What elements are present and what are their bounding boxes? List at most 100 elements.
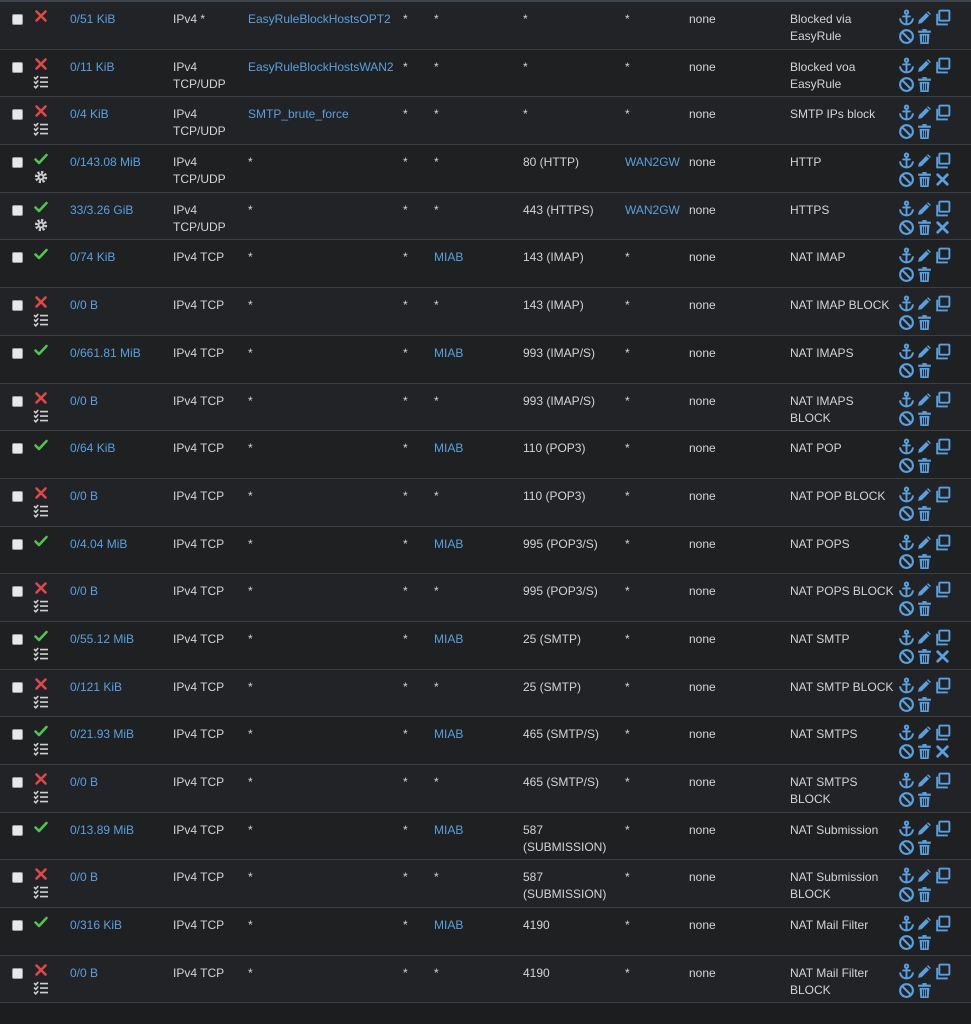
delete-trash-icon[interactable] <box>916 171 933 188</box>
edit-pencil-icon[interactable] <box>916 915 933 932</box>
anchor-icon[interactable] <box>898 200 915 217</box>
disable-ban-icon[interactable] <box>898 886 915 903</box>
delete-trash-icon[interactable] <box>916 553 933 570</box>
row-select-checkbox[interactable] <box>12 538 23 550</box>
rule-action[interactable] <box>33 8 49 24</box>
rule-row[interactable]: 0/0 B IPv4 TCP * * * 465 (SMTP/S) * none NAT SMT… <box>0 765 971 813</box>
edit-pencil-icon[interactable] <box>916 343 933 360</box>
delete-trash-icon[interactable] <box>916 886 933 903</box>
row-select-checkbox[interactable] <box>12 490 23 502</box>
destination[interactable]: MIAB <box>434 631 463 648</box>
delete-trash-icon[interactable] <box>916 505 933 522</box>
rule-row[interactable]: 0/51 KiB IPv4 * EasyRuleBlockHostsOPT2 * * * *… <box>0 2 971 50</box>
disable-ban-icon[interactable] <box>898 553 915 570</box>
edit-pencil-icon[interactable] <box>916 391 933 408</box>
edit-pencil-icon[interactable] <box>916 9 933 26</box>
anchor-icon[interactable] <box>898 295 915 312</box>
anchor-icon[interactable] <box>898 9 915 26</box>
rule-row[interactable]: 33/3.26 GiB IPv4 TCP/UDP * * * 443 (HTTPS) WAN… <box>0 192 971 241</box>
delete-trash-icon[interactable] <box>916 123 933 140</box>
disable-ban-icon[interactable] <box>898 982 915 999</box>
states-link[interactable]: 0/51 KiB <box>70 11 115 28</box>
disable-ban-icon[interactable] <box>898 266 915 283</box>
edit-pencil-icon[interactable] <box>916 677 933 694</box>
delete-trash-icon[interactable] <box>916 76 933 93</box>
reset-x-icon[interactable] <box>934 743 951 760</box>
edit-pencil-icon[interactable] <box>916 534 933 551</box>
edit-pencil-icon[interactable] <box>916 200 933 217</box>
source[interactable]: EasyRuleBlockHostsWAN2 <box>248 59 394 76</box>
row-select-checkbox[interactable] <box>12 443 23 455</box>
copy-icon[interactable] <box>934 295 951 312</box>
rule-row[interactable]: 0/4 KiB IPv4 TCP/UDP SMTP_brute_force * * * * n… <box>0 97 971 146</box>
rule-action[interactable] <box>33 962 49 996</box>
states-link[interactable]: 0/0 B <box>70 297 98 314</box>
anchor-icon[interactable] <box>898 391 915 408</box>
gear-icon[interactable] <box>33 169 49 185</box>
states-link[interactable]: 0/21.93 MiB <box>70 726 134 743</box>
rule-action[interactable] <box>33 771 49 805</box>
delete-trash-icon[interactable] <box>916 266 933 283</box>
delete-trash-icon[interactable] <box>916 28 933 45</box>
anchor-icon[interactable] <box>898 677 915 694</box>
checklist-icon[interactable] <box>33 884 49 900</box>
pass-check-icon[interactable] <box>33 723 49 739</box>
row-select-checkbox[interactable] <box>12 300 23 312</box>
block-x-icon[interactable] <box>33 294 49 310</box>
row-select-checkbox[interactable] <box>12 157 23 169</box>
checklist-icon[interactable] <box>33 312 49 328</box>
rule-action[interactable] <box>33 246 49 262</box>
states-link[interactable]: 0/121 KiB <box>70 679 122 696</box>
edit-pencil-icon[interactable] <box>916 629 933 646</box>
delete-trash-icon[interactable] <box>916 648 933 665</box>
anchor-icon[interactable] <box>898 104 915 121</box>
rule-action[interactable] <box>33 819 49 835</box>
rule-action[interactable] <box>33 103 49 137</box>
rule-action[interactable] <box>33 390 49 424</box>
rule-row[interactable]: 0/55.12 MiB IPv4 TCP * * MIAB 25 (SMTP) * none N… <box>0 621 971 670</box>
anchor-icon[interactable] <box>898 772 915 789</box>
checklist-icon[interactable] <box>33 408 49 424</box>
copy-icon[interactable] <box>934 677 951 694</box>
copy-icon[interactable] <box>934 772 951 789</box>
disable-ban-icon[interactable] <box>898 648 915 665</box>
disable-ban-icon[interactable] <box>898 219 915 236</box>
copy-icon[interactable] <box>934 391 951 408</box>
anchor-icon[interactable] <box>898 581 915 598</box>
copy-icon[interactable] <box>934 963 951 980</box>
gear-icon[interactable] <box>33 217 49 233</box>
anchor-icon[interactable] <box>898 629 915 646</box>
copy-icon[interactable] <box>934 247 951 264</box>
states-link[interactable]: 0/13.89 MiB <box>70 822 134 839</box>
rule-row[interactable]: 0/0 B IPv4 TCP * * * 993 (IMAP/S) * none NAT IMA… <box>0 383 971 432</box>
states-link[interactable]: 0/74 KiB <box>70 249 115 266</box>
pass-check-icon[interactable] <box>33 342 49 358</box>
rule-row[interactable]: 0/121 KiB IPv4 TCP * * * 25 (SMTP) * none NAT SM… <box>0 669 971 718</box>
row-select-checkbox[interactable] <box>12 920 23 932</box>
rule-action[interactable] <box>33 485 49 519</box>
delete-trash-icon[interactable] <box>916 219 933 236</box>
row-select-checkbox[interactable] <box>12 395 23 407</box>
checklist-icon[interactable] <box>33 503 49 519</box>
rule-row[interactable]: 0/661.81 MiB IPv4 TCP * * MIAB 993 (IMAP/S) * n… <box>0 335 971 384</box>
disable-ban-icon[interactable] <box>898 28 915 45</box>
rule-row[interactable]: 0/0 B IPv4 TCP * * * 587 (SUBMISSION) * none NAT… <box>0 860 971 909</box>
states-link[interactable]: 0/64 KiB <box>70 440 115 457</box>
rule-action[interactable] <box>33 437 49 453</box>
block-x-icon[interactable] <box>33 103 49 119</box>
block-x-icon[interactable] <box>33 676 49 692</box>
copy-icon[interactable] <box>934 152 951 169</box>
anchor-icon[interactable] <box>898 438 915 455</box>
row-select-checkbox[interactable] <box>12 109 23 121</box>
edit-pencil-icon[interactable] <box>916 820 933 837</box>
pass-check-icon[interactable] <box>33 533 49 549</box>
pass-check-icon[interactable] <box>33 819 49 835</box>
disable-ban-icon[interactable] <box>898 171 915 188</box>
rule-action[interactable] <box>33 580 49 614</box>
states-link[interactable]: 0/4.04 MiB <box>70 536 127 553</box>
row-select-checkbox[interactable] <box>12 204 23 216</box>
gateway[interactable]: WAN2GW <box>625 154 680 171</box>
copy-icon[interactable] <box>934 581 951 598</box>
checklist-icon[interactable] <box>33 74 49 90</box>
copy-icon[interactable] <box>934 867 951 884</box>
